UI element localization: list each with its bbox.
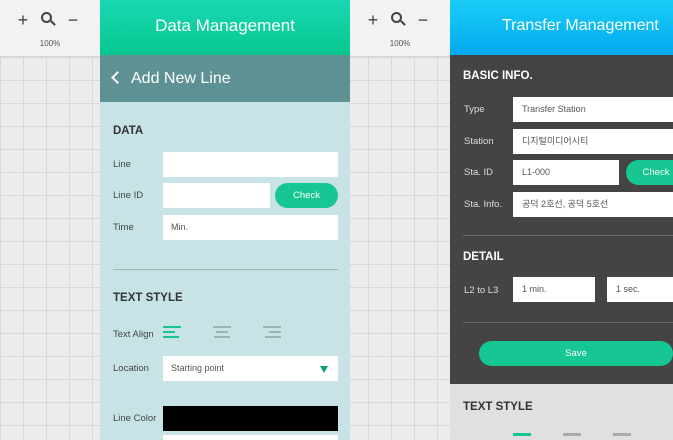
- sta-id-input[interactable]: L1-000: [513, 160, 619, 185]
- align-center-icon[interactable]: [213, 326, 231, 340]
- sta-id-label: Sta. ID: [464, 167, 494, 178]
- location-select[interactable]: Starting point: [163, 356, 338, 381]
- line-input[interactable]: [163, 152, 338, 177]
- data-section-title: DATA: [113, 125, 144, 137]
- save-button[interactable]: Save: [479, 341, 673, 366]
- zoom-out-button[interactable]: −: [413, 10, 433, 30]
- section-divider: [463, 235, 673, 236]
- zoom-level: 100%: [39, 39, 61, 48]
- basic-info-section-title: BASIC INFO.: [463, 70, 533, 82]
- zoom-out-button[interactable]: −: [63, 10, 83, 30]
- align-right-icon[interactable]: [263, 326, 281, 340]
- text-style-section-title: TEXT STYLE: [463, 401, 533, 413]
- detail-section-title: DETAIL: [463, 251, 504, 263]
- data-management-header: Data Management: [100, 0, 350, 55]
- check-button[interactable]: Check: [275, 183, 338, 208]
- zoom-level: 100%: [389, 39, 411, 48]
- align-left-icon[interactable]: [513, 433, 531, 436]
- page-title: Add New Line: [131, 70, 231, 87]
- line-id-input[interactable]: [163, 183, 270, 208]
- transfer-management-header: Transfer Management: [450, 0, 673, 55]
- text-style-section: TEXT STYLE: [450, 384, 673, 440]
- type-label: Type: [464, 104, 485, 115]
- zoom-in-button[interactable]: +: [13, 10, 33, 30]
- data-management-panel: Data Management Add New Line DATA Line L…: [100, 0, 350, 440]
- align-right-icon[interactable]: [613, 433, 631, 436]
- align-left-icon[interactable]: [163, 326, 181, 340]
- zoom-in-button[interactable]: +: [363, 10, 383, 30]
- add-new-line-bar: Add New Line: [100, 55, 350, 102]
- back-chevron-icon[interactable]: [111, 71, 124, 84]
- time-input[interactable]: Min.: [163, 215, 338, 240]
- line-color-swatch[interactable]: [163, 406, 338, 431]
- station-label: Station: [464, 136, 494, 147]
- seconds-input[interactable]: 1 sec.: [607, 277, 673, 302]
- type-input[interactable]: Transfer Station: [513, 97, 673, 122]
- station-input[interactable]: 디지털미디어시티: [513, 129, 673, 154]
- next-field[interactable]: [163, 435, 338, 440]
- minutes-input[interactable]: 1 min.: [513, 277, 595, 302]
- section-divider: [113, 269, 338, 270]
- left-zoom-toolbar: + − 100%: [0, 0, 100, 57]
- location-value: Starting point: [171, 363, 225, 373]
- text-align-label: Text Align: [113, 329, 154, 340]
- check-button[interactable]: Check: [626, 160, 673, 185]
- sta-info-label: Sta. Info.: [464, 199, 503, 210]
- text-style-section-title: TEXT STYLE: [113, 292, 183, 304]
- location-label: Location: [113, 363, 149, 374]
- line-label: Line: [113, 159, 131, 170]
- right-zoom-toolbar: + − 100%: [350, 0, 450, 57]
- section-divider: [463, 322, 673, 323]
- align-center-icon[interactable]: [563, 433, 581, 436]
- caret-down-icon[interactable]: [320, 366, 328, 373]
- line-color-label: Line Color: [113, 413, 157, 424]
- sta-info-input[interactable]: 공덕 2호선, 공덕 5호선: [513, 192, 673, 217]
- time-label: Time: [113, 222, 134, 233]
- line-id-label: Line ID: [113, 190, 144, 201]
- l2-to-l3-label: L2 to L3: [464, 285, 499, 296]
- transfer-management-panel: Transfer Management BASIC INFO. Type Tra…: [450, 0, 673, 440]
